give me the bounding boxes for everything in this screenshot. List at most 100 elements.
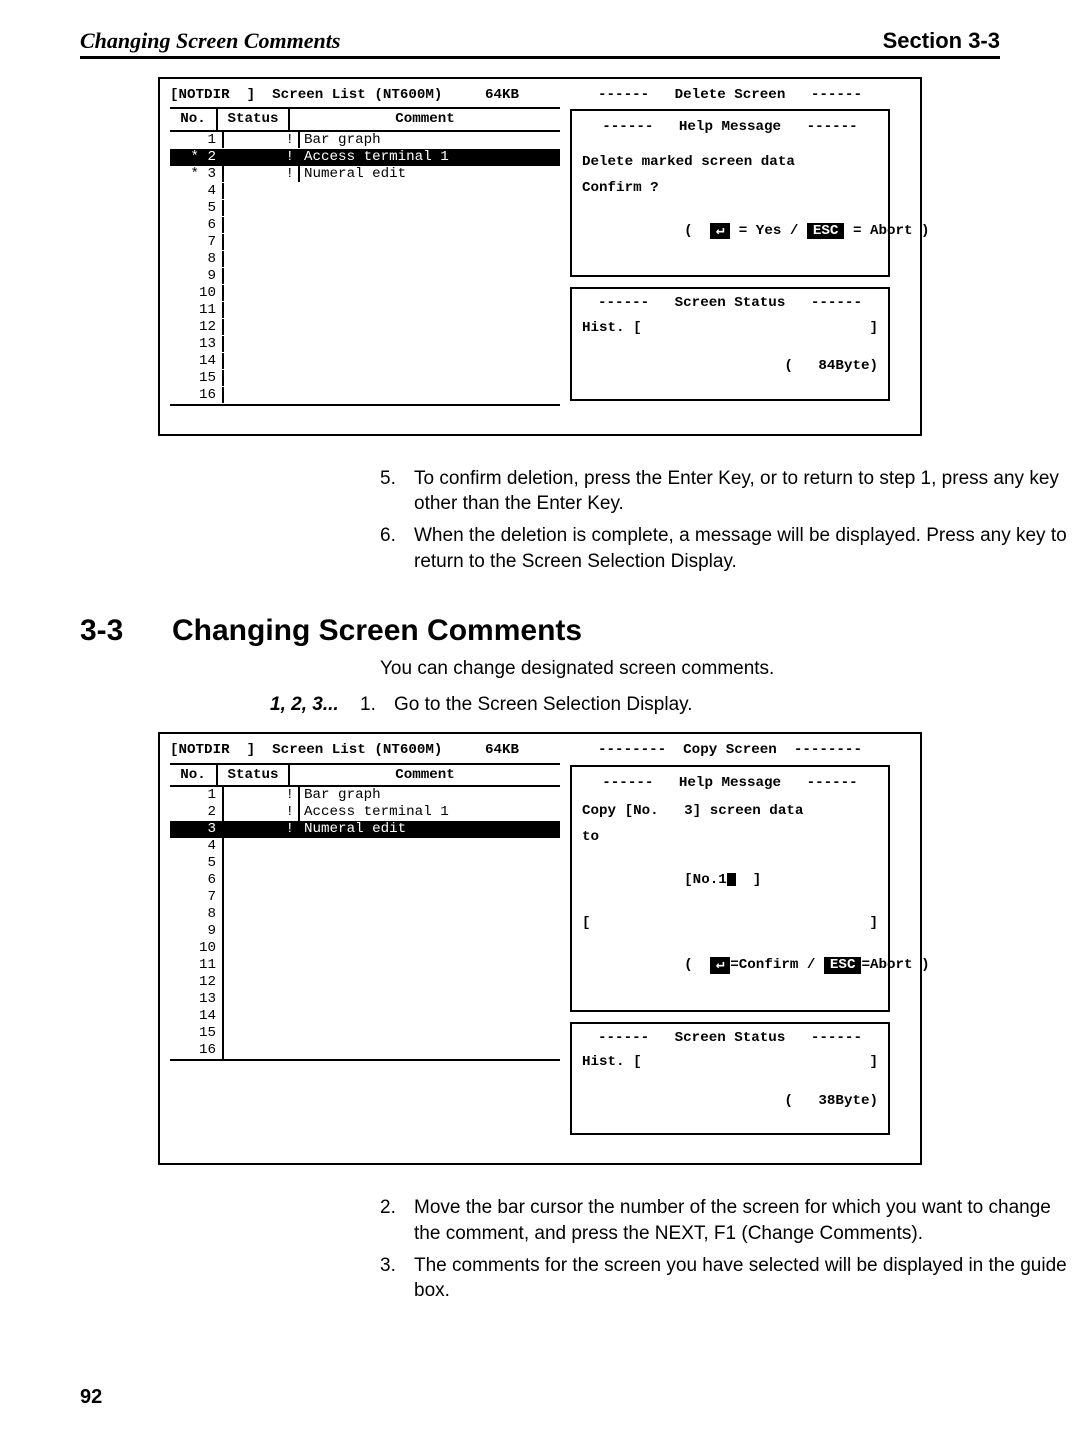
table-header: No. Status Comment xyxy=(170,107,560,131)
help-title: ------ Help Message ------ xyxy=(582,775,878,791)
help-line: Delete marked screen data xyxy=(582,154,878,170)
text: The comments for the screen you have sel… xyxy=(414,1253,1080,1304)
t: = Yes / xyxy=(730,223,807,239)
table-row: 7 xyxy=(170,234,560,251)
help-line: [No.1 ] xyxy=(582,856,878,905)
help-title: ------ Help Message ------ xyxy=(582,119,878,135)
table-row: 14 xyxy=(170,353,560,370)
col-status: Status xyxy=(218,109,290,129)
table-row: 5 xyxy=(170,200,560,217)
esc-key-icon: ESC xyxy=(824,957,862,973)
intro-text: You can change designated screen comment… xyxy=(380,658,1000,680)
t: ] xyxy=(869,915,878,931)
esc-key-icon: ESC xyxy=(807,223,845,239)
running-head-right: Section 3-3 xyxy=(883,28,1000,54)
table-row: 12 xyxy=(170,974,560,991)
screenshot-copy-screen: [NOTDIR ] Screen List (NT600M) 64KB No. … xyxy=(158,732,922,1165)
table-row: 11 xyxy=(170,302,560,319)
table-row: 6 xyxy=(170,872,560,889)
section-title: Changing Screen Comments xyxy=(172,614,582,648)
col-comment: Comment xyxy=(290,109,560,129)
table-row: 8 xyxy=(170,906,560,923)
t: [ xyxy=(582,915,591,931)
help-box: ------ Help Message ------ Delete marked… xyxy=(570,109,890,277)
step-text: Go to the Screen Selection Display. xyxy=(394,694,693,716)
table-row: 10 xyxy=(170,940,560,957)
help-line: [ ] xyxy=(582,915,878,931)
table-row: 12 xyxy=(170,319,560,336)
right-title: -------- Copy Screen -------- xyxy=(570,742,890,758)
col-no: No. xyxy=(170,109,218,129)
dos-title: [NOTDIR ] Screen List (NT600M) 64KB xyxy=(170,87,560,103)
byte-value: 84Byte) xyxy=(793,358,878,374)
table-row: 9 xyxy=(170,923,560,940)
list-item: 3. The comments for the screen you have … xyxy=(380,1253,1080,1304)
hist-label: Hist. [ xyxy=(582,320,642,336)
dos-title: [NOTDIR ] Screen List (NT600M) 64KB xyxy=(170,742,560,758)
table-row: 9 xyxy=(170,268,560,285)
list-item: 6. When the deletion is complete, a mess… xyxy=(380,523,1080,574)
table-body: 1!Bar graph2!Access terminal 13!Numeral … xyxy=(170,787,560,1061)
status-title: ------ Screen Status ------ xyxy=(582,1030,878,1046)
t: ] xyxy=(736,872,762,888)
table-row: 4 xyxy=(170,838,560,855)
screenshot-delete-screen: [NOTDIR ] Screen List (NT600M) 64KB No. … xyxy=(158,77,922,436)
list-item: 5. To confirm deletion, press the Enter … xyxy=(380,466,1080,517)
table-row: 1!Bar graph xyxy=(170,132,560,149)
hist-label: Hist. [ xyxy=(582,1054,642,1070)
section-number: 3-3 xyxy=(80,614,172,648)
right-title: ------ Delete Screen ------ xyxy=(570,87,890,103)
byte-open: ( xyxy=(784,1093,793,1109)
col-status: Status xyxy=(218,765,290,785)
col-no: No. xyxy=(170,765,218,785)
status-title: ------ Screen Status ------ xyxy=(582,295,878,311)
table-row: 11 xyxy=(170,957,560,974)
help-line: Copy [No. 3] screen data xyxy=(582,803,878,819)
table-row: 13 xyxy=(170,991,560,1008)
table-row: 2!Access terminal 1 xyxy=(170,804,560,821)
text: To confirm deletion, press the Enter Key… xyxy=(414,466,1080,517)
table-row: 4 xyxy=(170,183,560,200)
text: When the deletion is complete, a message… xyxy=(414,523,1080,574)
table-row: 7 xyxy=(170,889,560,906)
page-number: 92 xyxy=(80,1386,102,1409)
table-row: 16 xyxy=(170,387,560,404)
table-row: 14 xyxy=(170,1008,560,1025)
t: =Abort ) xyxy=(861,957,929,973)
table-row: 3!Numeral edit xyxy=(170,821,560,838)
table-row: 1!Bar graph xyxy=(170,787,560,804)
status-box: ------ Screen Status ------ Hist. [ ] ( … xyxy=(570,287,890,401)
hist-close: ] xyxy=(869,1054,878,1070)
byte-open: ( xyxy=(784,358,793,374)
list-item: 2. Move the bar cursor the number of the… xyxy=(380,1195,1080,1246)
table-row: 8 xyxy=(170,251,560,268)
help-line: Confirm ? xyxy=(582,180,878,196)
help-line: to xyxy=(582,829,878,845)
t: = Abort ) xyxy=(844,223,929,239)
table-header: No. Status Comment xyxy=(170,763,560,787)
table-row: 10 xyxy=(170,285,560,302)
table-row: * 2!Access terminal 1 xyxy=(170,149,560,166)
table-row: 15 xyxy=(170,370,560,387)
t: ( xyxy=(684,957,710,973)
status-box: ------ Screen Status ------ Hist. [ ] ( … xyxy=(570,1022,890,1136)
byte-value: 38Byte) xyxy=(793,1093,878,1109)
help-box: ------ Help Message ------ Copy [No. 3] … xyxy=(570,765,890,1012)
table-body: 1!Bar graph* 2!Access terminal 1* 3!Nume… xyxy=(170,132,560,406)
cursor-icon xyxy=(727,873,736,886)
t: ( xyxy=(684,223,710,239)
table-row: 16 xyxy=(170,1042,560,1059)
enter-key-icon: ↵ xyxy=(710,957,731,973)
enter-key-icon: ↵ xyxy=(710,223,731,239)
table-row: 15 xyxy=(170,1025,560,1042)
hist-close: ] xyxy=(869,320,878,336)
help-keys: ( ↵=Confirm / ESC=Abort ) xyxy=(582,941,878,990)
steps-lead: 1, 2, 3... xyxy=(270,694,360,716)
table-row: 5 xyxy=(170,855,560,872)
col-comment: Comment xyxy=(290,765,560,785)
help-keys: ( ↵ = Yes / ESC = Abort ) xyxy=(582,206,878,255)
running-head-left: Changing Screen Comments xyxy=(80,28,340,54)
text: Move the bar cursor the number of the sc… xyxy=(414,1195,1080,1246)
t: =Confirm / xyxy=(730,957,824,973)
table-row: * 3!Numeral edit xyxy=(170,166,560,183)
